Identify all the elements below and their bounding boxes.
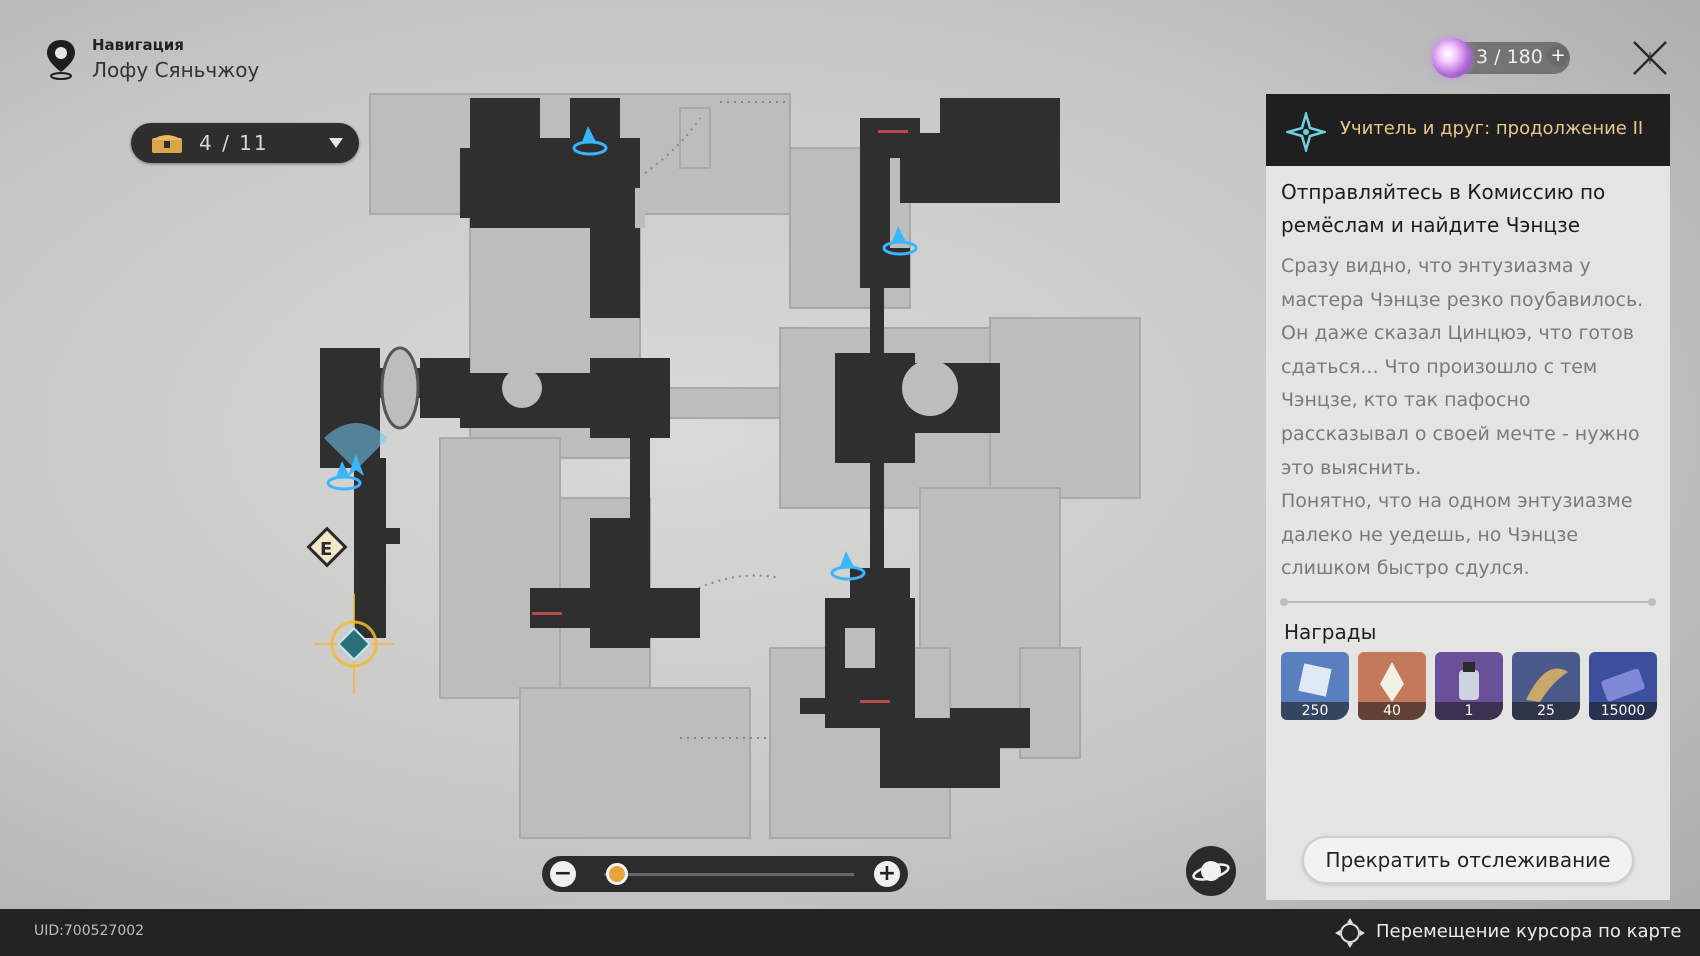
quest-description: Сразу видно, что энтузиазма у мастера Чэ… bbox=[1281, 255, 1644, 580]
zoom-control: − + bbox=[542, 856, 908, 892]
quest-panel: Учитель и друг: продолжение II Отправляй… bbox=[1266, 94, 1670, 900]
location-name[interactable]: Лофу Сяньчжоу bbox=[92, 58, 259, 82]
footer-bar: UID:700527002 Перемещение курсора по кар… bbox=[0, 909, 1700, 956]
trailblaze-power-icon bbox=[1432, 38, 1472, 78]
reward-amount: 25 bbox=[1512, 702, 1580, 720]
treasure-chest-icon bbox=[152, 135, 182, 153]
zoom-in-button[interactable]: + bbox=[874, 861, 900, 887]
reward-item[interactable]: 1 bbox=[1435, 652, 1503, 720]
user-id: UID:700527002 bbox=[34, 923, 145, 939]
dpad-cursor-icon bbox=[1335, 918, 1365, 948]
quest-title: Учитель и друг: продолжение II bbox=[1340, 118, 1644, 139]
add-stamina-button[interactable]: + bbox=[1547, 45, 1569, 67]
rewards-label: Награды bbox=[1284, 620, 1377, 644]
stop-tracking-button[interactable]: Прекратить отслеживание bbox=[1302, 836, 1634, 884]
reward-amount: 250 bbox=[1281, 702, 1349, 720]
location-pin-icon bbox=[47, 40, 75, 80]
quest-objective: Отправляйтесь в Комиссию по ремёслам и н… bbox=[1281, 180, 1606, 237]
reward-item[interactable]: 40 bbox=[1358, 652, 1426, 720]
svg-text:E: E bbox=[320, 539, 332, 560]
reward-item[interactable]: 15000 bbox=[1589, 652, 1657, 720]
navigation-caption: Навигация bbox=[92, 36, 184, 54]
world-switch-button[interactable] bbox=[1186, 846, 1236, 896]
reward-item[interactable]: 250 bbox=[1281, 652, 1349, 720]
cursor-hint: Перемещение курсора по карте bbox=[1376, 921, 1682, 942]
reward-amount: 15000 bbox=[1589, 702, 1657, 720]
close-icon[interactable] bbox=[1630, 38, 1670, 78]
planet-icon bbox=[1192, 861, 1230, 881]
reward-amount: 40 bbox=[1358, 702, 1426, 720]
divider bbox=[1280, 598, 1656, 606]
reward-amount: 1 bbox=[1435, 702, 1503, 720]
zoom-slider-track[interactable] bbox=[604, 873, 854, 876]
quest-header: Учитель и друг: продолжение II bbox=[1266, 94, 1670, 166]
reward-item[interactable]: 25 bbox=[1512, 652, 1580, 720]
chest-count: 4 / 11 bbox=[199, 131, 269, 155]
quest-star-icon bbox=[1286, 112, 1326, 152]
zoom-slider-handle[interactable] bbox=[605, 863, 628, 885]
stamina-value: 3 / 180 bbox=[1476, 46, 1543, 68]
map-area[interactable]: E bbox=[300, 88, 1160, 848]
zoom-out-button[interactable]: − bbox=[550, 861, 576, 887]
